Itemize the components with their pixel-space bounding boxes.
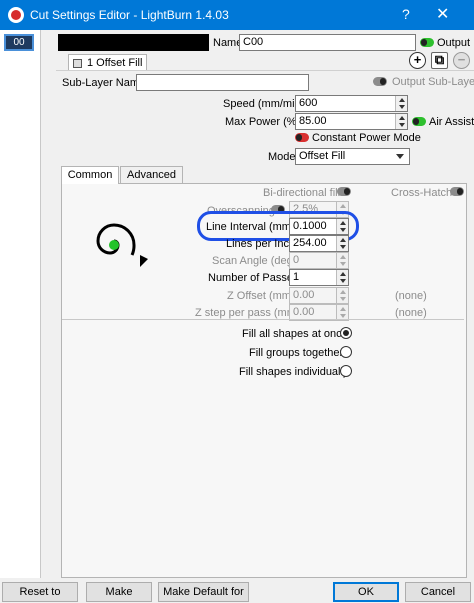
z-offset-value: 0.00 <box>293 289 315 301</box>
output-sublayer-label: Output Sub-Layer <box>392 76 474 88</box>
divider <box>56 70 474 71</box>
max-power-spin-icon[interactable] <box>395 114 407 129</box>
speed-value: 600 <box>299 97 318 109</box>
passes-value: 1 <box>293 271 300 283</box>
name-label: Name <box>213 37 243 49</box>
mode-label: Mode <box>268 151 296 163</box>
sublayer-name-label: Sub-Layer Name <box>62 77 146 89</box>
title-bar: Cut Settings Editor - LightBurn 1.4.03 ?… <box>0 0 474 30</box>
output-sublayer-toggle[interactable] <box>373 77 387 86</box>
z-step-value: 0.00 <box>293 306 315 318</box>
fill-individually-radio[interactable] <box>340 365 352 377</box>
sublayer-tab-label: 1 Offset Fill <box>87 57 143 69</box>
mode-select[interactable]: Offset Fill <box>295 148 410 165</box>
close-button[interactable]: ✕ <box>436 4 449 24</box>
max-power-input[interactable]: 85.00 <box>295 113 408 130</box>
sublayer-tab[interactable]: 1 Offset Fill <box>68 54 147 71</box>
lines-per-inch-value: 254.00 <box>293 237 327 249</box>
air-assist-toggle[interactable] <box>412 117 426 126</box>
ok-button[interactable]: OK <box>333 582 399 602</box>
speed-input[interactable]: 600 <box>295 95 408 112</box>
crosshatch-label: Cross-Hatch <box>391 187 453 199</box>
passes-label: Number of Passes <box>208 272 299 284</box>
max-power-label: Max Power (%) <box>225 116 301 128</box>
crosshatch-toggle[interactable] <box>450 187 464 196</box>
z-offset-spin-icon[interactable] <box>336 288 348 303</box>
z-offset-note: (none) <box>395 290 427 302</box>
speed-spin-icon[interactable] <box>395 96 407 111</box>
scan-angle-value: 0 <box>293 254 300 266</box>
offset-fill-spiral-icon <box>96 223 148 267</box>
make-default-button[interactable]: Make Default <box>86 582 152 602</box>
make-default-all-button[interactable]: Make Default for All <box>158 582 249 602</box>
panel-divider <box>62 319 464 320</box>
lightburn-logo-icon <box>8 7 24 23</box>
scan-angle-input[interactable]: 0 <box>289 252 349 269</box>
bidirectional-label: Bi-directional fill <box>263 187 341 199</box>
constant-power-toggle[interactable] <box>295 133 309 142</box>
layer-item-00[interactable]: 00 <box>4 34 34 51</box>
reset-default-button[interactable]: Reset to Default <box>2 582 78 602</box>
constant-power-label: Constant Power Mode <box>312 132 421 144</box>
layer-color-swatch[interactable] <box>58 34 209 51</box>
fill-square-icon <box>73 59 82 68</box>
add-icon[interactable]: + <box>409 52 426 69</box>
air-assist-label: Air Assist <box>429 116 474 128</box>
passes-spin-icon[interactable] <box>336 270 348 285</box>
sublayer-name-input[interactable] <box>136 74 309 91</box>
layer-list: 00 <box>0 30 41 578</box>
output-toggle[interactable] <box>420 38 434 47</box>
z-step-note: (none) <box>395 307 427 319</box>
copy-icon[interactable]: ⧉ <box>431 52 448 69</box>
fill-all-radio[interactable] <box>340 327 352 339</box>
cancel-button[interactable]: Cancel <box>405 582 471 602</box>
lines-per-inch-spin-icon[interactable] <box>336 236 348 251</box>
help-button[interactable]: ? <box>402 6 410 22</box>
scan-angle-spin-icon[interactable] <box>336 253 348 268</box>
max-power-value: 85.00 <box>299 115 327 127</box>
output-label: Output <box>437 37 471 49</box>
z-offset-input[interactable]: 0.00 <box>289 287 349 304</box>
lines-per-inch-label: Lines per Inch <box>226 238 296 250</box>
fill-all-label: Fill all shapes at once <box>242 328 348 340</box>
fill-groups-label: Fill groups together <box>249 347 344 359</box>
fill-groups-radio[interactable] <box>340 346 352 358</box>
lines-per-inch-input[interactable]: 254.00 <box>289 235 349 252</box>
passes-input[interactable]: 1 <box>289 269 349 286</box>
scan-angle-label: Scan Angle (deg) <box>212 255 297 267</box>
bidirectional-toggle[interactable] <box>337 187 351 196</box>
fill-individually-label: Fill shapes individually <box>239 366 349 378</box>
z-offset-label: Z Offset (mm) <box>227 290 295 302</box>
speed-label: Speed (mm/min) <box>223 98 305 110</box>
tab-advanced[interactable]: Advanced <box>120 166 183 184</box>
z-step-spin-icon[interactable] <box>336 305 348 320</box>
name-input[interactable]: C00 <box>239 34 416 51</box>
z-step-label: Z step per pass (mm) <box>195 307 300 319</box>
remove-icon[interactable]: − <box>453 52 470 69</box>
tab-common[interactable]: Common <box>61 166 119 184</box>
window-title: Cut Settings Editor - LightBurn 1.4.03 <box>30 8 229 22</box>
